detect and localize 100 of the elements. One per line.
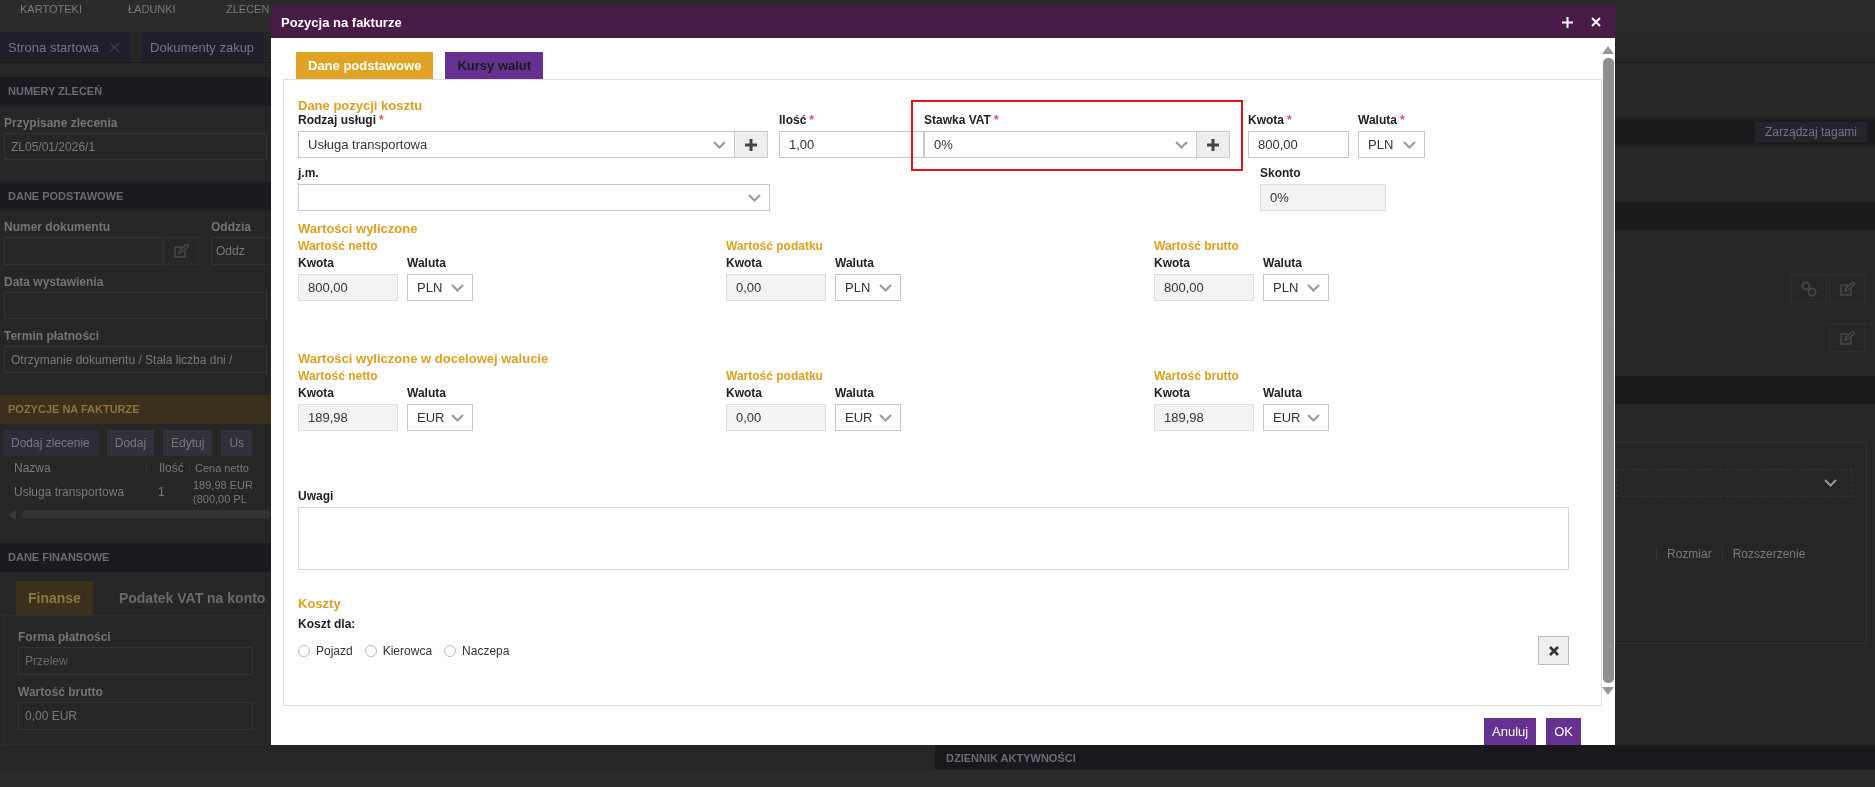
subsection-title: Wartość brutto [1154, 239, 1240, 253]
field-label: Waluta [407, 386, 447, 400]
link-icon[interactable] [1801, 281, 1817, 297]
ok-button[interactable]: OK [1546, 718, 1581, 745]
page-tab[interactable]: Strona startowa [0, 32, 131, 62]
scroll-up-icon[interactable] [1602, 46, 1614, 54]
select-field[interactable]: PLN [407, 274, 473, 301]
radio-option[interactable]: Naczepa [444, 644, 510, 658]
section-header: DANE FINANSOWE [0, 543, 271, 572]
chevron-down-icon [1824, 479, 1837, 487]
field-label: Kwota [1154, 256, 1191, 270]
table-cell-text: 1 [157, 484, 166, 499]
chevron-down-icon [1307, 413, 1320, 422]
edit-icon[interactable] [173, 244, 189, 259]
section-header: DZIENNIK AKTYWNOŚCI [945, 751, 1076, 764]
column-header: Ilość [146, 461, 189, 476]
subsection-title: Wartość netto [298, 239, 379, 253]
field-label: Wartość brutto [18, 685, 104, 699]
section-header: POZYCJE NA FAKTURZE [0, 395, 271, 424]
select-field[interactable]: Usługa transportowa [298, 131, 735, 158]
text-field[interactable]: 0% [1260, 184, 1386, 211]
select-field[interactable]: Otrzymanie dokumentu / Stała liczba dni / [4, 346, 267, 374]
field-label: Kwota [298, 256, 335, 270]
select-field[interactable]: EUR [407, 404, 473, 431]
select-field[interactable]: EUR [835, 404, 901, 431]
text-field[interactable]: ZL05/01/2026/1 [4, 132, 267, 160]
field-label: Kwota [726, 386, 763, 400]
text-field[interactable]: 800,00 [1248, 131, 1349, 158]
table-cell-text: 189,98 EUR (800,00 PL [192, 477, 253, 506]
field-label: Waluta [407, 256, 447, 270]
subsection-title: Wartość podatku [726, 369, 824, 383]
dialog-title: Pozycja na fakturze [281, 14, 403, 30]
select-field[interactable]: PLN [1358, 131, 1425, 158]
edit-icon[interactable] [1839, 331, 1855, 345]
subsection-title: Wartość brutto [1154, 369, 1240, 383]
select-field[interactable]: EUR [1263, 404, 1329, 431]
maximize-icon[interactable] [1562, 16, 1573, 28]
page-tab[interactable]: Dokumenty zakup [142, 32, 265, 62]
field-label: Waluta [1263, 386, 1303, 400]
field-label: Stawka VAT * [924, 113, 1000, 127]
section-header: DANE PODSTAWOWE [0, 181, 271, 211]
tab-label: Strona startowa [8, 39, 100, 55]
field-label: Kwota [1154, 386, 1191, 400]
field-label: Waluta [835, 386, 875, 400]
field-label: Data wystawienia [4, 275, 105, 290]
clear-button[interactable] [1538, 636, 1569, 665]
field-label: Termin płatności [4, 329, 101, 344]
chevron-down-icon [879, 413, 892, 422]
field-label: Waluta [1263, 256, 1303, 270]
plus-icon [745, 138, 757, 151]
add-button[interactable] [735, 131, 768, 158]
field-label: Kwota [298, 386, 335, 400]
scroll-down-icon[interactable] [1602, 687, 1614, 695]
section-title: Wartości wyliczone w docelowej walucie [298, 351, 550, 366]
select-field[interactable] [1616, 469, 1852, 497]
text-field[interactable]: 1,00 [779, 131, 924, 158]
scrollbar-thumb[interactable] [22, 510, 271, 520]
column-header: Nazwa [13, 461, 52, 476]
field-label: Waluta [835, 256, 875, 270]
field-label: Przypisane zlecenia [4, 115, 119, 130]
chevron-down-icon [1403, 140, 1416, 149]
chevron-down-icon [748, 193, 761, 202]
chevron-down-icon [451, 283, 464, 292]
tab-label: Dokumenty zakup [150, 39, 255, 55]
radio-option[interactable]: Kierowca [364, 644, 433, 658]
field-label: Rodzaj usługi * [298, 113, 385, 127]
column-header: Rozmiar [1656, 547, 1712, 561]
chevron-down-icon [879, 283, 892, 292]
chevron-down-icon [1307, 283, 1320, 292]
column-header: Rozszerzenie [1721, 547, 1806, 561]
chevron-down-icon [713, 140, 726, 149]
plus-icon [1207, 138, 1219, 151]
edit-icon[interactable] [1839, 282, 1855, 296]
subsection-title: Wartość netto [298, 369, 379, 383]
field-label: Oddzia [211, 220, 252, 235]
chevron-down-icon [1175, 140, 1188, 149]
select-field[interactable]: PLN [835, 274, 901, 301]
select-field[interactable]: PLN [1263, 274, 1329, 301]
add-button[interactable] [1197, 131, 1230, 158]
column-header: Cena netto [189, 462, 249, 475]
field-label: Waluta * [1358, 113, 1406, 127]
cancel-button[interactable]: Anuluj [1484, 718, 1537, 745]
field-label: j.m. [298, 166, 320, 180]
field-label: Koszt dla: [298, 617, 356, 631]
section-header: NUMERY ZLECEŃ [0, 77, 271, 106]
field-label: Forma płatności [18, 630, 112, 644]
field-label: Kwota [726, 256, 763, 270]
field-label: Skonto [1260, 166, 1302, 180]
section-title: Wartości wyliczone [298, 221, 419, 236]
field-label: Numer dokumentu [4, 220, 111, 235]
scrollbar-thumb[interactable] [1602, 58, 1614, 683]
section-title: Koszty [298, 596, 342, 611]
notes-field[interactable] [298, 507, 1569, 570]
section-title: Dane pozycji kosztu [298, 98, 424, 113]
table-cell-text: Usługa transportowa [13, 484, 126, 499]
radio-option[interactable]: Pojazd [298, 644, 353, 658]
field-label: Ilość * [779, 113, 816, 127]
select-field[interactable]: 0% [924, 131, 1197, 158]
field-label: Kwota * [1248, 113, 1293, 127]
field-label: Uwagi [298, 489, 335, 503]
